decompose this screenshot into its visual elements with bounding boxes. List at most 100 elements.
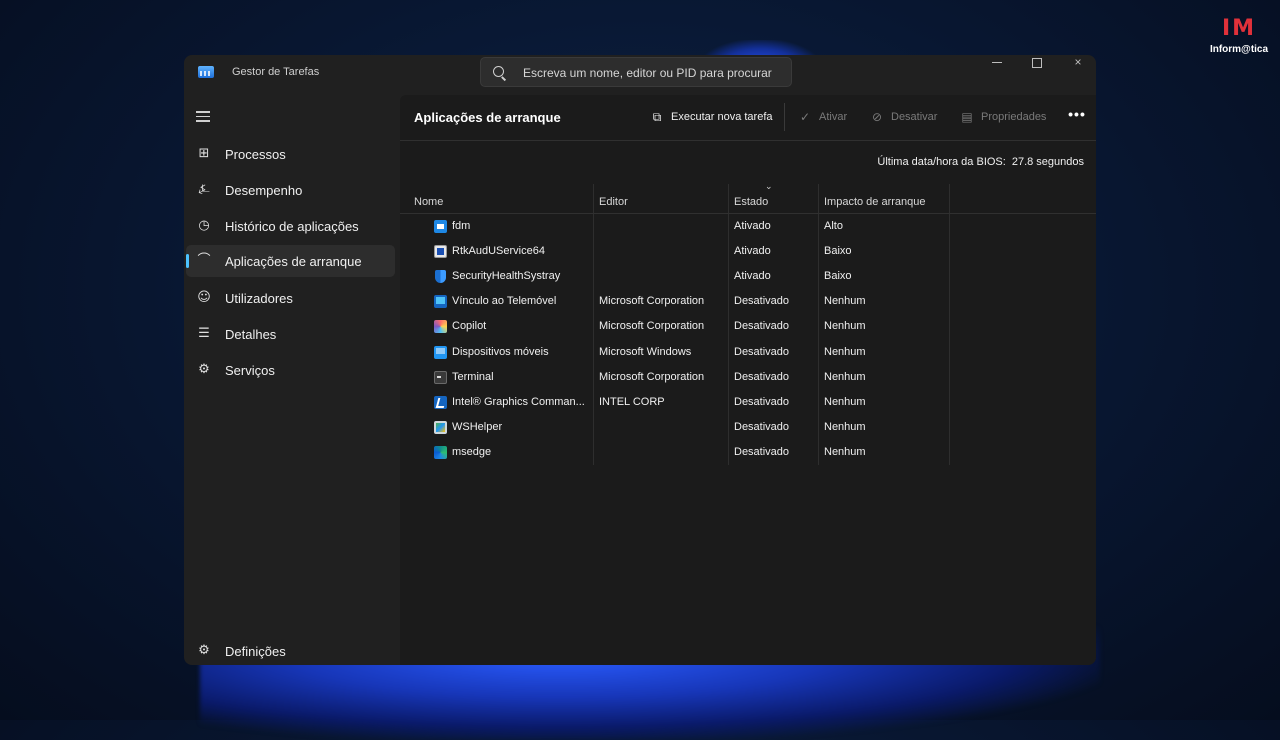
row-impact: Nenhum <box>824 396 866 408</box>
sidebar-item-definicoes[interactable]: ⚙ Definições <box>186 635 395 665</box>
row-name: Terminal <box>452 371 494 383</box>
details-icon: ☰ <box>198 326 210 341</box>
row-state: Desativado <box>734 421 790 433</box>
watermark: IM Inform@tica <box>1204 16 1274 56</box>
history-icon: ◷ <box>198 218 210 233</box>
services-icon: ⚙ <box>198 362 210 377</box>
minimize-icon <box>992 62 1002 64</box>
checkmark-icon: ✓ <box>799 110 811 124</box>
realtek-icon <box>434 245 447 258</box>
properties-label: Propriedades <box>981 111 1047 123</box>
row-state: Ativado <box>734 270 771 282</box>
table-row[interactable]: RtkAudUService64 Ativado Baixo <box>400 239 1096 264</box>
sidebar-item-utilizadores[interactable]: ☺ Utilizadores <box>186 282 395 314</box>
column-header-state[interactable]: Estado <box>734 196 768 208</box>
sidebar-item-label: Desempenho <box>225 183 303 198</box>
row-name: fdm <box>452 220 471 232</box>
phone-link-icon <box>434 295 447 308</box>
bios-time-value: 27.8 segundos <box>1011 156 1084 168</box>
close-button[interactable]: × <box>1058 55 1096 71</box>
row-name: Copilot <box>452 320 487 332</box>
watermark-logo: IM <box>1221 16 1257 41</box>
copilot-icon <box>434 320 447 333</box>
row-impact: Baixo <box>824 270 852 282</box>
row-name: Intel® Graphics Comman... <box>452 396 584 408</box>
table-row[interactable]: Terminal Microsoft Corporation Desativad… <box>400 365 1096 390</box>
wshelper-icon <box>434 421 447 434</box>
sidebar-item-historico[interactable]: ◷ Histórico de aplicações <box>186 210 395 242</box>
row-state: Desativado <box>734 320 790 332</box>
row-state: Ativado <box>734 220 771 232</box>
task-manager-icon <box>198 66 214 78</box>
startup-icon: ⌒ <box>197 253 211 268</box>
row-name: SecurityHealthSystray <box>452 270 561 282</box>
search-input[interactable] <box>521 63 785 83</box>
block-icon: ⊘ <box>871 110 883 124</box>
sidebar-item-detalhes[interactable]: ☰ Detalhes <box>186 318 395 350</box>
close-icon: × <box>1074 55 1082 69</box>
sidebar-item-processos[interactable]: ⊞ Processos <box>186 138 395 170</box>
task-manager-window: Gestor de Tarefas × ⊞ Processos ⍼ Desemp… <box>184 55 1096 665</box>
row-impact: Nenhum <box>824 320 866 332</box>
maximize-button[interactable] <box>1017 55 1057 71</box>
sidebar-item-label: Serviços <box>225 363 275 378</box>
row-editor: INTEL CORP <box>599 396 665 408</box>
page-title: Aplicações de arranque <box>414 110 561 125</box>
table-row[interactable]: Vínculo ao Telemóvel Microsoft Corporati… <box>400 289 1096 314</box>
sidebar-item-label: Utilizadores <box>225 291 293 306</box>
run-new-task-label: Executar nova tarefa <box>671 111 773 123</box>
column-header-impact[interactable]: Impacto de arranque <box>824 196 926 208</box>
table-row[interactable]: SecurityHealthSystray Ativado Baixo <box>400 264 1096 289</box>
disable-label: Desativar <box>891 111 938 123</box>
users-icon: ☺ <box>197 290 211 305</box>
table-row[interactable]: WSHelper Desativado Nenhum <box>400 415 1096 440</box>
shield-icon <box>434 270 447 283</box>
search-icon <box>493 66 504 77</box>
row-impact: Nenhum <box>824 421 866 433</box>
row-state: Desativado <box>734 346 790 358</box>
row-impact: Nenhum <box>824 295 866 307</box>
row-impact: Nenhum <box>824 446 866 458</box>
processes-icon: ⊞ <box>198 146 210 161</box>
row-state: Desativado <box>734 446 790 458</box>
row-editor: Microsoft Corporation <box>599 295 705 307</box>
row-impact: Baixo <box>824 245 852 257</box>
bios-time-label: Última data/hora da BIOS: <box>877 156 1006 168</box>
sidebar-item-servicos[interactable]: ⚙ Serviços <box>186 354 395 386</box>
row-editor: Microsoft Windows <box>599 346 692 358</box>
edge-icon <box>434 446 447 459</box>
table-row[interactable]: Intel® Graphics Comman... INTEL CORP Des… <box>400 390 1096 415</box>
settings-gear-icon: ⚙ <box>198 643 210 658</box>
hamburger-menu-icon[interactable] <box>196 111 210 122</box>
table-row[interactable]: fdm Ativado Alto <box>400 214 1096 239</box>
mobile-devices-icon <box>434 346 447 359</box>
table-row[interactable]: msedge Desativado Nenhum <box>400 440 1096 465</box>
row-impact: Nenhum <box>824 346 866 358</box>
row-name: WSHelper <box>452 421 503 433</box>
column-header-name[interactable]: Nome <box>414 196 443 208</box>
table-row[interactable]: Dispositivos móveis Microsoft Windows De… <box>400 340 1096 365</box>
sidebar-item-arranque[interactable]: ⌒ Aplicações de arranque <box>186 245 395 277</box>
toolbar-divider-line <box>400 140 1096 141</box>
row-name: Dispositivos móveis <box>452 346 549 358</box>
more-options-button[interactable]: ••• <box>1065 107 1089 127</box>
sidebar-item-desempenho[interactable]: ⍼ Desempenho <box>186 174 395 206</box>
row-name: Vínculo ao Telemóvel <box>452 295 557 307</box>
main-panel: Aplicações de arranque ⧉ Executar nova t… <box>400 95 1096 665</box>
sidebar-item-label: Aplicações de arranque <box>225 254 362 269</box>
new-task-icon: ⧉ <box>652 110 662 124</box>
row-state: Desativado <box>734 295 790 307</box>
row-impact: Nenhum <box>824 371 866 383</box>
row-name: msedge <box>452 446 492 458</box>
table-row[interactable]: Copilot Microsoft Corporation Desativado… <box>400 314 1096 339</box>
row-state: Desativado <box>734 396 790 408</box>
row-impact: Alto <box>824 220 843 232</box>
title-bar: Gestor de Tarefas × <box>184 55 1096 95</box>
column-header-editor[interactable]: Editor <box>599 196 628 208</box>
sidebar-item-label: Detalhes <box>225 327 277 342</box>
row-editor: Microsoft Corporation <box>599 371 705 383</box>
minimize-button[interactable] <box>977 55 1017 71</box>
performance-icon: ⍼ <box>198 182 210 197</box>
search-box[interactable] <box>480 57 792 87</box>
properties-icon: ▤ <box>961 110 973 124</box>
